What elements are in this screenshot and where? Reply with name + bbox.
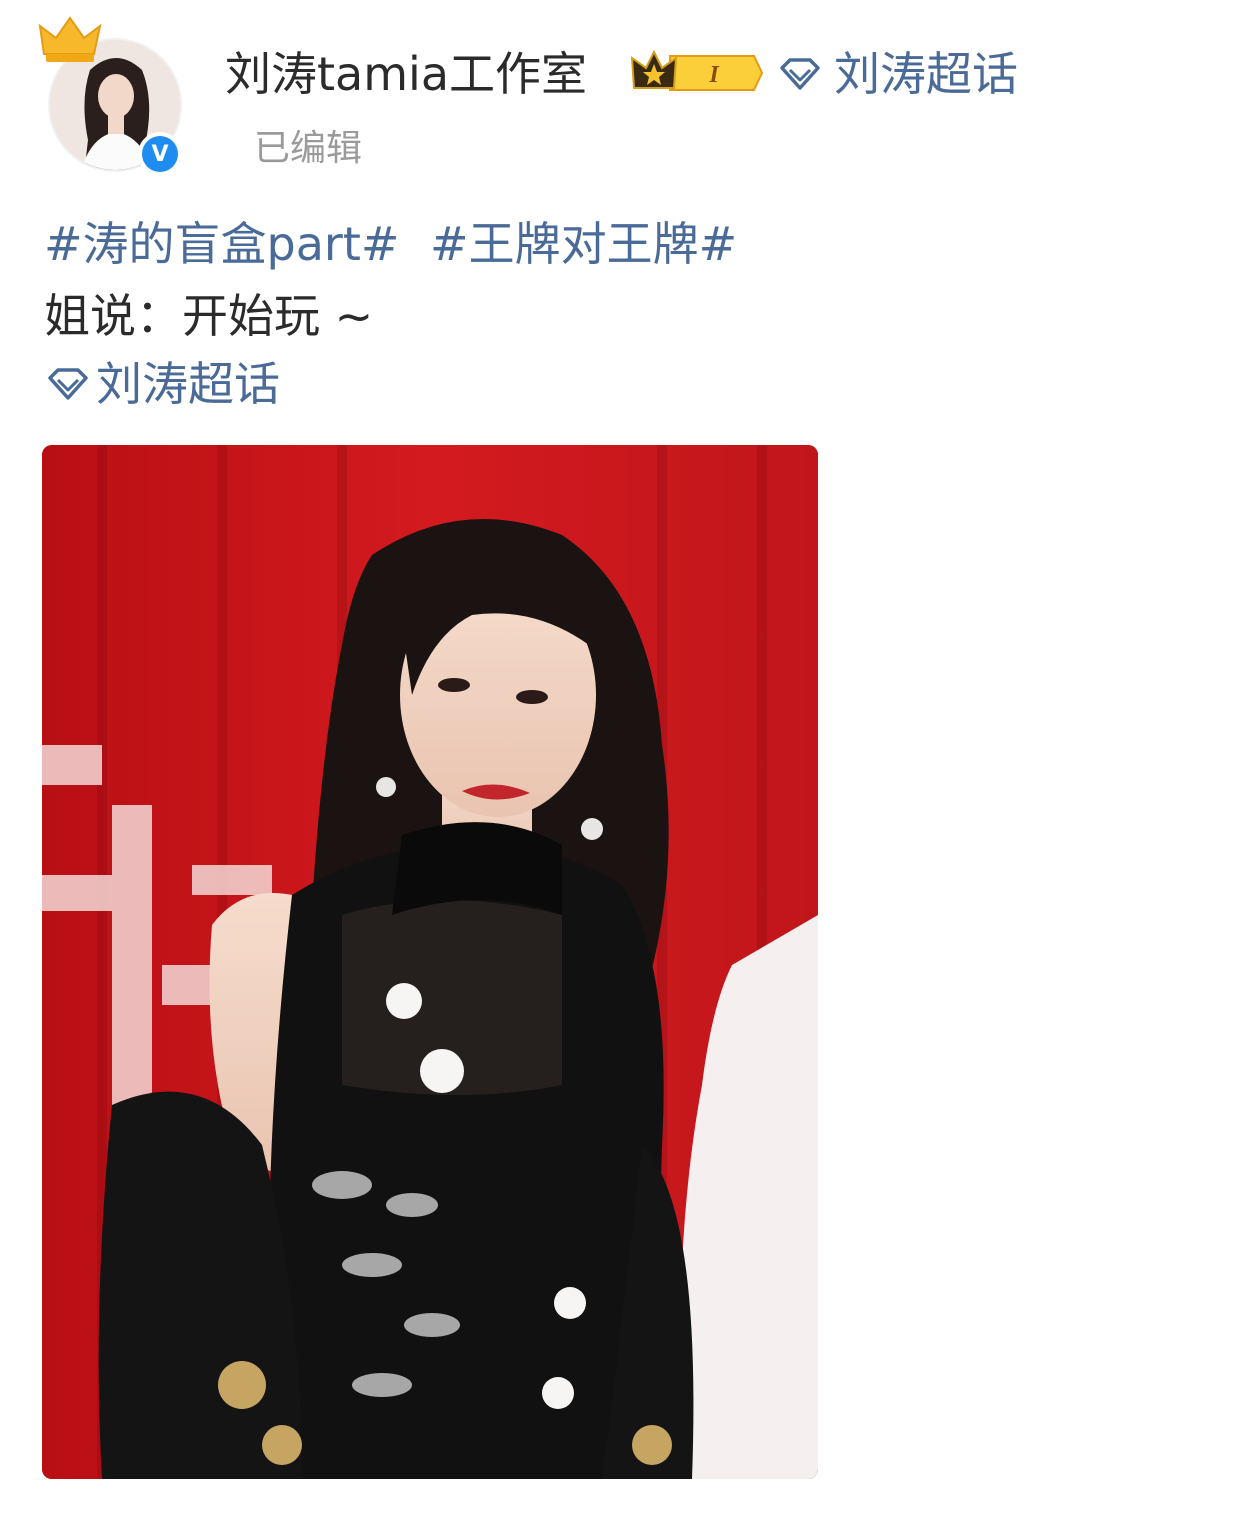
vip-crown-badge-icon[interactable]: I [630,48,764,98]
username[interactable]: 刘涛tamia工作室 [225,44,587,104]
photo-illustration [42,445,818,1479]
avatar-block[interactable]: V [38,14,188,176]
hashtag-row: #涛的盲盒part# #王牌对王牌# [44,214,753,274]
header-super-topic-link[interactable]: 刘涛超话 [776,44,1018,104]
crown-icon [38,16,102,62]
hashtag-link[interactable]: #涛的盲盒part# [44,217,399,271]
vip-level-label: I [708,62,720,88]
diamond-topic-icon [48,368,88,400]
hashtag-link[interactable]: #王牌对王牌# [430,217,737,271]
diamond-topic-icon [780,58,820,90]
post-super-topic-link[interactable]: 刘涛超话 [44,354,280,414]
post-topic-label: 刘涛超话 [96,357,280,411]
edited-label: 已编辑 [254,128,363,169]
verified-v-icon: V [142,136,178,172]
post-photo[interactable] [42,445,818,1479]
verified-badge: V [138,132,182,176]
header-topic-label: 刘涛超话 [834,47,1018,101]
post-text: 姐说：开始玩 ~ [44,289,374,343]
